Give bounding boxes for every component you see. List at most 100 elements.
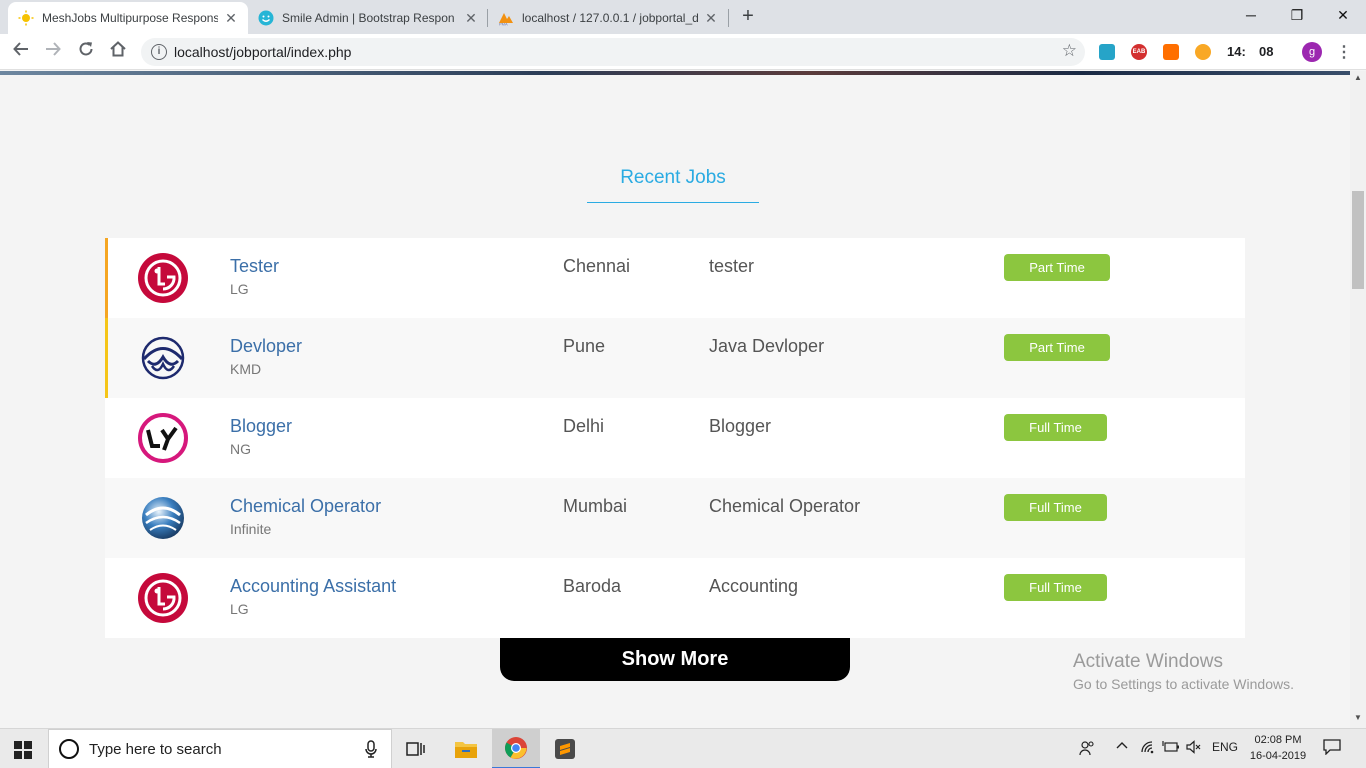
job-row[interactable]: Chemical Operator Infinite Mumbai Chemic… [105,478,1245,558]
job-title-link[interactable]: Chemical Operator [230,496,381,517]
browser-toolbar: i localhost/jobportal/index.php ☆ EAB 14… [0,34,1366,70]
section-title: Recent Jobs [620,167,726,188]
phpmyadmin-icon: PMA [498,10,514,26]
activate-windows-subtitle: Go to Settings to activate Windows. [1073,676,1294,692]
close-icon[interactable]: ✕ [224,10,238,27]
notification-icon[interactable] [1323,739,1341,760]
taskbar-search-box[interactable]: Type here to search [48,729,392,768]
home-button[interactable] [106,40,130,64]
windows-taskbar: Type here to search ENG 02:08 PM 16-04-2… [0,728,1366,768]
ly-logo-icon [138,413,188,463]
reload-button[interactable] [74,40,98,64]
job-title-link[interactable]: Devloper [230,336,302,357]
task-view-icon[interactable] [392,729,440,768]
info-icon[interactable]: i [151,44,167,60]
clock-extension-minute: 08 [1259,44,1274,59]
job-company: Infinite [230,521,272,537]
sublime-text-icon[interactable] [541,729,589,768]
show-more-button[interactable]: Show More [500,638,850,681]
job-type-badge: Full Time [1004,574,1107,601]
job-row[interactable]: Blogger NG Delhi Blogger Full Time [105,398,1245,478]
job-location: Pune [563,336,606,356]
job-title-link[interactable]: Tester [230,256,279,277]
job-company: LG [230,281,249,297]
job-location: Delhi [563,416,605,436]
extension-icon[interactable] [1163,44,1179,60]
volume-muted-icon[interactable] [1186,740,1202,757]
minimize-button[interactable]: ─ [1228,4,1274,26]
clock-extension-hour: 14: [1227,44,1246,59]
extension-icon[interactable] [1099,44,1115,60]
job-company: LG [230,601,249,617]
smile-icon [258,10,274,26]
tab-title: MeshJobs Multipurpose Respons [42,11,218,25]
forward-button[interactable] [41,40,65,64]
file-explorer-icon[interactable] [442,729,490,768]
clock-time: 02:08 PM [1254,734,1302,746]
job-location: Chennai [563,256,631,276]
page-scrollbar[interactable]: ▲ ▼ [1350,71,1366,728]
job-company: KMD [230,361,262,377]
url-text: localhost/jobportal/index.php [174,44,352,60]
job-company: NG [230,441,251,457]
job-role: Java Devloper [709,336,825,356]
window-close-button[interactable]: ✕ [1320,4,1366,26]
sun-icon [18,10,34,26]
job-row[interactable]: Accounting Assistant LG Baroda Accountin… [105,558,1245,638]
profile-avatar[interactable]: g [1302,42,1322,62]
job-location: Mumbai [563,496,628,516]
chrome-icon[interactable] [492,729,540,768]
kmd-logo-icon [138,333,188,383]
cortana-icon [59,739,79,759]
menu-icon[interactable]: ⋮ [1336,42,1352,62]
battery-icon[interactable] [1162,740,1180,757]
job-row[interactable]: Devloper KMD Pune Java Devloper Part Tim… [105,318,1245,398]
windows-start-icon[interactable] [14,741,32,759]
job-role: tester [709,256,755,276]
job-title-link[interactable]: Blogger [230,416,292,437]
svg-text:PMA: PMA [499,22,508,27]
chevron-up-icon[interactable] [1116,740,1128,755]
scroll-up-icon[interactable]: ▲ [1354,73,1362,82]
tab-meshjobs[interactable]: MeshJobs Multipurpose Respons ✕ [8,2,248,34]
new-tab-button[interactable]: + [737,5,759,27]
activate-windows-title: Activate Windows [1073,651,1223,672]
close-icon[interactable]: ✕ [464,10,478,27]
job-role: Blogger [709,416,772,436]
job-role: Chemical Operator [709,496,861,516]
tab-phpmyadmin[interactable]: PMA localhost / 127.0.0.1 / jobportal_d … [488,2,728,34]
row-accent-bar [105,318,108,398]
people-icon[interactable] [1079,740,1095,759]
tab-smile-admin[interactable]: Smile Admin | Bootstrap Respon ✕ [248,2,488,34]
browser-tab-bar: MeshJobs Multipurpose Respons ✕ Smile Ad… [0,0,1366,34]
tab-separator [728,9,729,27]
restore-button[interactable]: ❐ [1274,4,1320,26]
microphone-icon[interactable] [365,740,377,762]
job-location: Baroda [563,576,622,596]
search-placeholder: Type here to search [89,741,222,758]
infinite-logo-icon [138,493,188,543]
clock-date: 16-04-2019 [1249,750,1307,762]
job-row[interactable]: Tester LG Chennai tester Part Time [105,238,1245,318]
tab-title: localhost / 127.0.0.1 / jobportal_d [522,11,698,25]
page-content: Recent Jobs Tester LG Chennai tester Par… [0,71,1350,728]
job-type-badge: Full Time [1004,494,1107,521]
extension-icon[interactable] [1195,44,1211,60]
back-button[interactable] [9,40,33,64]
title-underline [587,202,759,203]
lg-logo-icon [138,253,188,303]
job-title-link[interactable]: Accounting Assistant [230,576,396,597]
scrollbar-thumb[interactable] [1352,191,1364,289]
clock[interactable]: 02:08 PM 16-04-2019 [1248,732,1308,764]
star-icon[interactable]: ☆ [1062,41,1077,61]
job-list: Tester LG Chennai tester Part Time Devlo… [105,238,1245,638]
wifi-icon[interactable] [1140,740,1156,757]
language-indicator[interactable]: ENG [1212,740,1238,754]
job-type-badge: Part Time [1004,334,1110,361]
tab-title: Smile Admin | Bootstrap Respon [282,11,455,25]
eab-extension-icon[interactable]: EAB [1131,44,1147,60]
close-icon[interactable]: ✕ [704,10,718,27]
scroll-down-icon[interactable]: ▼ [1354,713,1362,722]
hero-image-edge [0,71,1350,75]
address-bar[interactable]: i localhost/jobportal/index.php ☆ [141,38,1085,66]
